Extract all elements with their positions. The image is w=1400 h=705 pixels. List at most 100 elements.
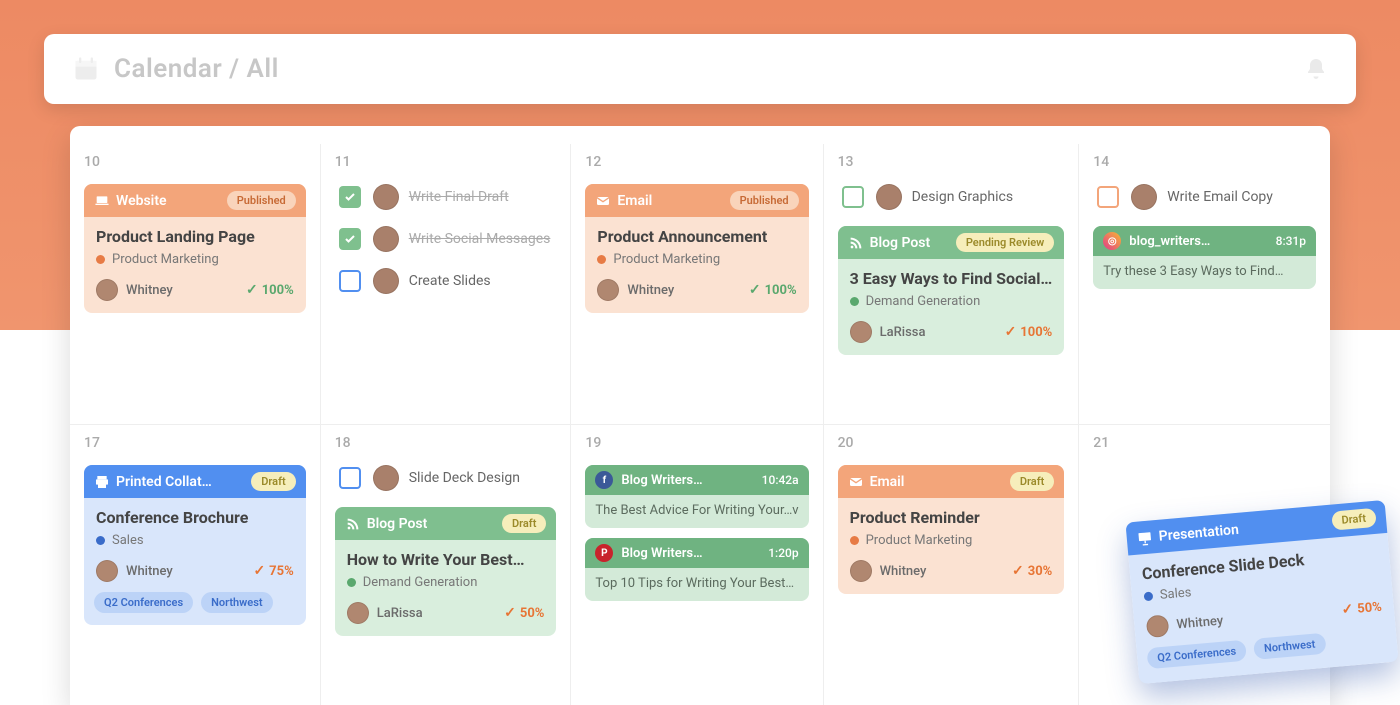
tag-chip[interactable]: Northwest (201, 592, 272, 613)
task-row[interactable]: Design Graphics (842, 184, 1065, 210)
day-number: 13 (838, 154, 1065, 170)
task-row[interactable]: Write Social Messages (339, 226, 557, 252)
progress-pct: ✓30% (1012, 563, 1052, 579)
avatar (850, 560, 872, 582)
progress-pct: ✓50% (1341, 599, 1383, 618)
day-cell-14[interactable]: 14 Write Email Copy ◎ blog_writers… 8:31… (1079, 144, 1330, 424)
rss-icon (848, 235, 864, 251)
avatar (96, 560, 118, 582)
task-label: Write Email Copy (1167, 189, 1273, 205)
checkbox-icon[interactable] (1097, 186, 1119, 208)
card-email[interactable]: Email Draft Product Reminder Product Mar… (838, 465, 1065, 594)
printer-icon (94, 474, 110, 490)
checkbox-checked-icon[interactable] (339, 228, 361, 250)
card-blog-post[interactable]: Blog Post Draft How to Write Your Best… … (335, 507, 557, 636)
header-bar: Calendar / All (44, 34, 1356, 104)
card-type: Printed Collat… (116, 474, 212, 490)
card-type: Website (116, 193, 167, 209)
envelope-icon (848, 474, 864, 490)
tag-chip[interactable]: Q2 Conferences (1146, 640, 1247, 670)
day-number: 12 (585, 154, 808, 170)
card-blog-post[interactable]: Blog Post Pending Review 3 Easy Ways to … (838, 226, 1065, 355)
presentation-icon (1136, 529, 1153, 546)
social-card-facebook[interactable]: f Blog Writers… 10:42a The Best Advice F… (585, 465, 808, 528)
checkbox-icon[interactable] (339, 270, 361, 292)
status-badge: Draft (502, 514, 546, 533)
avatar (347, 602, 369, 624)
day-cell-17[interactable]: 17 Printed Collat… Draft Conference Broc… (70, 424, 321, 705)
social-time: 8:31p (1276, 234, 1306, 248)
card-owner: LaRissa (377, 606, 423, 621)
day-number: 10 (84, 154, 306, 170)
day-cell-18[interactable]: 18 Slide Deck Design Blog Post Draft How… (321, 424, 572, 705)
card-type: Email (870, 474, 905, 490)
card-owner: Whitney (126, 283, 173, 298)
avatar (373, 226, 399, 252)
progress-pct: ✓100% (246, 282, 294, 298)
day-number: 11 (335, 154, 557, 170)
category-dot (850, 536, 859, 545)
task-label: Write Final Draft (409, 189, 509, 205)
task-row[interactable]: Write Final Draft (339, 184, 557, 210)
day-cell-10[interactable]: 10 Website Published Product Landing Pag… (70, 144, 321, 424)
card-printed-collateral[interactable]: Printed Collat… Draft Conference Brochur… (84, 465, 306, 625)
page-title: Calendar / All (114, 54, 279, 84)
card-category: Sales (112, 533, 144, 548)
card-type: Blog Post (870, 235, 931, 251)
day-cell-11[interactable]: 11 Write Final Draft Write Social Messag… (321, 144, 572, 424)
task-label: Slide Deck Design (409, 470, 520, 486)
category-dot (597, 255, 606, 264)
day-cell-12[interactable]: 12 Email Published Product Announcement … (571, 144, 823, 424)
avatar (96, 279, 118, 301)
status-badge: Published (730, 191, 799, 210)
tag-chip[interactable]: Northwest (1253, 633, 1326, 660)
status-badge: Draft (1331, 508, 1377, 531)
day-number: 18 (335, 435, 557, 451)
card-website[interactable]: Website Published Product Landing Page P… (84, 184, 306, 313)
day-cell-13[interactable]: 13 Design Graphics Blog Post Pending Rev… (824, 144, 1080, 424)
card-owner: Whitney (1176, 613, 1224, 632)
day-number: 17 (84, 435, 306, 451)
card-owner: Whitney (880, 564, 927, 579)
progress-pct: ✓100% (1005, 324, 1053, 340)
task-row[interactable]: Slide Deck Design (339, 465, 557, 491)
task-label: Write Social Messages (409, 231, 551, 247)
facebook-icon: f (595, 471, 613, 489)
task-row[interactable]: Write Email Copy (1097, 184, 1316, 210)
avatar (373, 268, 399, 294)
card-title: Product Landing Page (84, 217, 306, 250)
progress-pct: ✓50% (504, 605, 544, 621)
card-email[interactable]: Email Published Product Announcement Pro… (585, 184, 808, 313)
laptop-icon (94, 193, 110, 209)
task-row[interactable]: Create Slides (339, 268, 557, 294)
card-category: Demand Generation (363, 575, 478, 590)
category-dot (347, 578, 356, 587)
tag-chip[interactable]: Q2 Conferences (94, 592, 193, 613)
category-dot (96, 536, 105, 545)
card-title: Conference Brochure (84, 498, 306, 531)
day-number: 14 (1093, 154, 1316, 170)
social-card-pinterest[interactable]: P Blog Writers… 1:20p Top 10 Tips for Wr… (585, 538, 808, 601)
social-body: The Best Advice For Writing Your…v (585, 495, 808, 528)
social-handle: blog_writers… (1129, 234, 1210, 249)
category-dot (96, 255, 105, 264)
card-category: Product Marketing (613, 252, 720, 267)
checkbox-icon[interactable] (339, 467, 361, 489)
floating-card-presentation[interactable]: Presentation Draft Conference Slide Deck… (1125, 500, 1398, 684)
card-owner: Whitney (627, 283, 674, 298)
envelope-icon (595, 193, 611, 209)
card-title: How to Write Your Best… (335, 540, 557, 573)
social-handle: Blog Writers… (621, 546, 702, 561)
status-badge: Draft (251, 472, 295, 491)
card-category: Sales (1159, 585, 1192, 603)
bell-icon[interactable] (1304, 57, 1328, 81)
day-cell-19[interactable]: 19 f Blog Writers… 10:42a The Best Advic… (571, 424, 823, 705)
day-cell-20[interactable]: 20 Email Draft Product Reminder Product … (824, 424, 1080, 705)
social-card-instagram[interactable]: ◎ blog_writers… 8:31p Try these 3 Easy W… (1093, 226, 1316, 289)
task-label: Design Graphics (912, 189, 1013, 205)
card-title: 3 Easy Ways to Find Social… (838, 259, 1065, 292)
category-dot (850, 297, 859, 306)
checkbox-checked-icon[interactable] (339, 186, 361, 208)
avatar (850, 321, 872, 343)
checkbox-icon[interactable] (842, 186, 864, 208)
